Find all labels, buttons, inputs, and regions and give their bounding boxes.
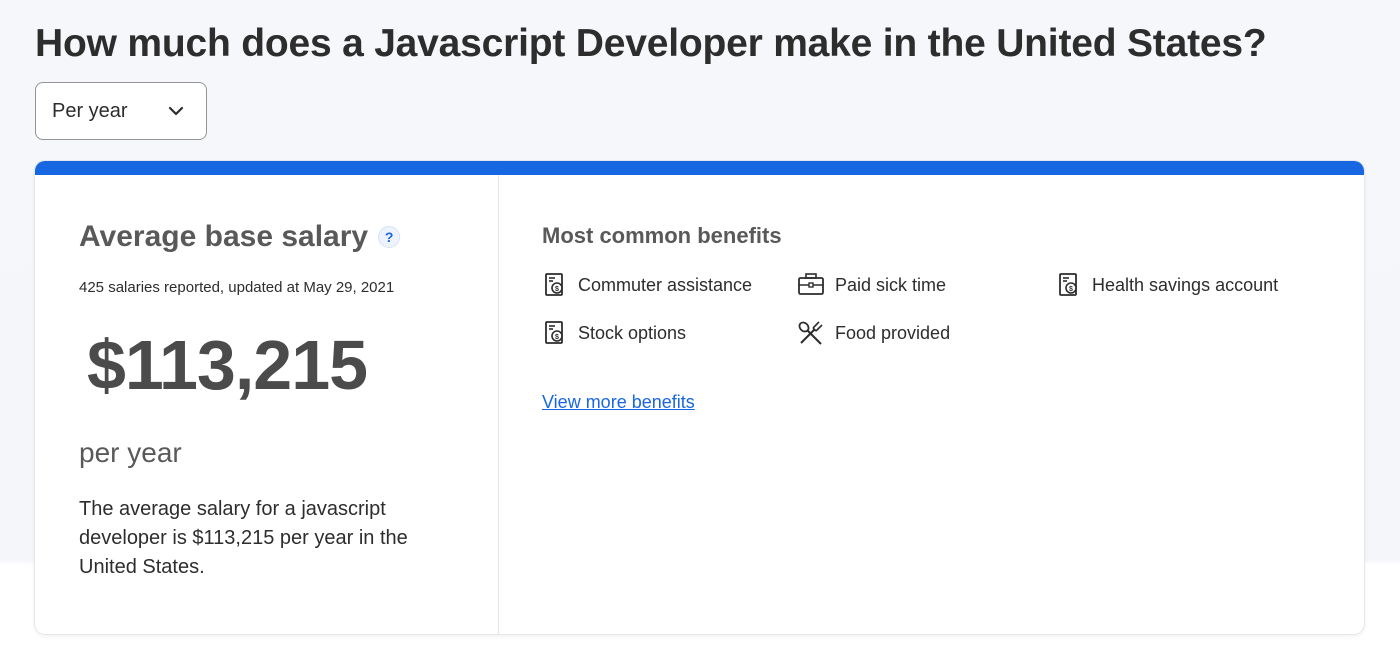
benefit-stock-options: $ Stock options xyxy=(542,320,686,346)
salary-amount: $113,215 xyxy=(87,326,368,404)
money-document-icon: $ xyxy=(1056,272,1082,298)
period-select-value: Per year xyxy=(52,99,128,122)
svg-text:$: $ xyxy=(555,334,559,341)
svg-text:$: $ xyxy=(555,286,559,293)
svg-text:$: $ xyxy=(1069,286,1073,293)
benefit-health-savings-account: $ Health savings account xyxy=(1056,272,1278,298)
salary-card: Average base salary ? 425 salaries repor… xyxy=(35,161,1364,634)
benefits-heading: Most common benefits xyxy=(542,223,782,248)
help-icon[interactable]: ? xyxy=(378,226,401,248)
view-more-benefits-link[interactable]: View more benefits xyxy=(542,392,695,413)
briefcase-icon xyxy=(797,272,825,298)
benefit-label: Food provided xyxy=(835,322,951,343)
benefit-paid-sick-time: Paid sick time xyxy=(797,272,946,298)
salary-heading-row: Average base salary ? xyxy=(79,220,401,254)
benefit-label: Stock options xyxy=(578,322,687,343)
chevron-down-icon xyxy=(168,106,184,116)
average-salary-heading: Average base salary xyxy=(79,220,369,253)
benefit-label: Paid sick time xyxy=(835,274,947,295)
money-document-icon: $ xyxy=(542,320,568,346)
benefit-commuter-assistance: $ Commuter assistance xyxy=(542,272,752,298)
benefits-panel: Most common benefits $ Commuter assistan… xyxy=(499,175,1364,634)
benefit-food-provided: Food provided xyxy=(797,320,950,346)
benefit-label: Commuter assistance xyxy=(578,274,753,295)
money-document-icon: $ xyxy=(542,272,568,298)
salary-period: per year xyxy=(79,437,182,468)
benefit-label: Health savings account xyxy=(1092,274,1279,295)
salary-panel: Average base salary ? 425 salaries repor… xyxy=(35,175,499,634)
fork-spoon-icon xyxy=(797,320,825,346)
period-select[interactable]: Per year xyxy=(35,82,207,140)
salaries-reported-text: 425 salaries reported, updated at May 29… xyxy=(79,279,395,296)
page-title: How much does a Javascript Developer mak… xyxy=(35,22,1267,65)
salary-description: The average salary for a javascript deve… xyxy=(79,498,408,578)
